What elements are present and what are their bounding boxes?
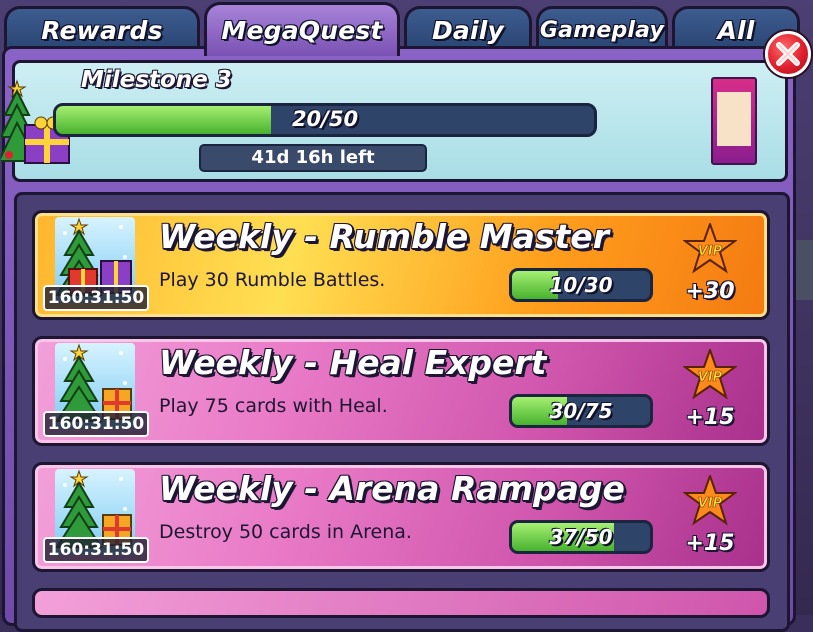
tab-megaquest-label: MegaQuest: [221, 16, 383, 45]
vip-star-icon: VIP: [683, 475, 737, 526]
quest-item-arena-rampage[interactable]: 160:31:50 Weekly - Arena Rampage Destroy…: [32, 462, 770, 572]
quest-reward: +15: [685, 531, 735, 556]
hero-card-icon[interactable]: [711, 77, 757, 165]
offscreen-edge: [796, 240, 813, 300]
milestone-title: Milestone 3: [81, 67, 232, 93]
quest-timer: 160:31:50: [43, 285, 149, 311]
quest-reward: +30: [685, 279, 735, 304]
tab-daily-label: Daily: [431, 16, 505, 45]
quest-title: Weekly - Rumble Master: [159, 217, 609, 256]
quest-progress-text: 30/75: [549, 399, 613, 423]
quest-timer: 160:31:50: [43, 411, 149, 437]
vip-star-icon: VIP: [683, 223, 737, 274]
quest-progress-bar: 10/30: [509, 268, 653, 302]
milestone-progress-text: 20/50: [291, 107, 359, 131]
tab-gameplay-label: Gameplay: [539, 18, 665, 43]
close-x-icon: [776, 42, 800, 66]
quest-progress-text: 37/50: [549, 525, 613, 549]
quest-item-heal-expert[interactable]: 160:31:50 Weekly - Heal Expert Play 75 c…: [32, 336, 770, 446]
quest-progress-text: 10/30: [549, 273, 613, 297]
quest-description: Play 75 cards with Heal.: [159, 395, 388, 417]
quest-timer: 160:31:50: [43, 537, 149, 563]
vip-badge-text: VIP: [698, 370, 723, 385]
tab-megaquest[interactable]: MegaQuest: [204, 2, 400, 56]
quest-item-rumble-master[interactable]: 160:31:50 Weekly - Rumble Master Play 30…: [32, 210, 770, 320]
quest-title: Weekly - Heal Expert: [159, 343, 547, 382]
quest-description: Play 30 Rumble Battles.: [159, 269, 386, 291]
quest-item-next[interactable]: [32, 588, 770, 618]
vip-badge-text: VIP: [698, 244, 723, 259]
milestone-time-left: 41d 16h left: [199, 144, 427, 172]
quest-progress-bar: 30/75: [509, 394, 653, 428]
tab-all-label: All: [717, 16, 755, 45]
card-art: [717, 92, 751, 146]
quest-title: Weekly - Arena Rampage: [159, 469, 625, 508]
vip-star-icon: VIP: [683, 349, 737, 400]
tab-rewards-label: Rewards: [41, 16, 163, 45]
close-button[interactable]: [765, 31, 811, 77]
quest-progress-bar: 37/50: [509, 520, 653, 554]
vip-badge-text: VIP: [698, 496, 723, 511]
milestone-progress-bar: 20/50: [53, 103, 597, 137]
quest-reward: +15: [685, 405, 735, 430]
quest-description: Destroy 50 cards in Arena.: [159, 521, 412, 543]
milestone-box: Milestone 3 20/50 41d 16h left: [1, 60, 788, 182]
